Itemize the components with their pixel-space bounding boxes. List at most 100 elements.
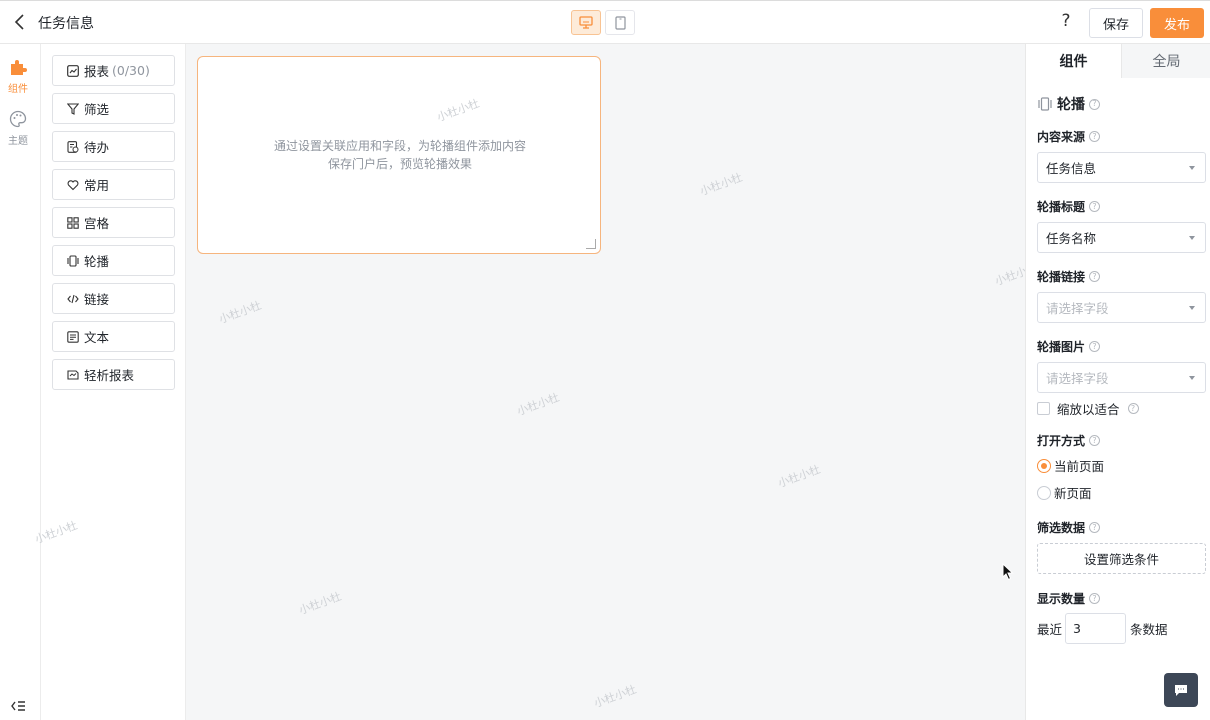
checkbox-label: 缩放以适合 bbox=[1057, 402, 1120, 417]
back-arrow-icon[interactable] bbox=[12, 13, 28, 31]
component-report[interactable]: 报表 (0/30) bbox=[52, 55, 175, 86]
todo-icon bbox=[67, 140, 79, 153]
content-source-select[interactable]: 任务信息 bbox=[1037, 152, 1206, 183]
carousel-empty-hint: 通过设置关联应用和字段，为轮播组件添加内容 保存门户后，预览轮播效果 bbox=[198, 137, 602, 173]
display-count-input[interactable] bbox=[1065, 613, 1127, 644]
save-button[interactable]: 保存 bbox=[1089, 8, 1143, 38]
publish-button[interactable]: 发布 bbox=[1150, 8, 1204, 38]
watermark: 小杜小杜 bbox=[698, 170, 745, 199]
select-placeholder: 请选择字段 bbox=[1046, 301, 1109, 316]
tab-component[interactable]: 组件 bbox=[1026, 44, 1121, 78]
component-label: 报表 bbox=[84, 64, 110, 79]
carousel-link-label: 轮播链接? bbox=[1037, 268, 1101, 285]
set-filter-button[interactable]: 设置筛选条件 bbox=[1037, 543, 1206, 574]
label-text: 轮播图片 bbox=[1037, 340, 1086, 354]
mouse-cursor-icon bbox=[1002, 563, 1014, 581]
help-icon[interactable]: ? bbox=[1089, 131, 1101, 142]
watermark: 小杜小杜 bbox=[515, 390, 562, 419]
component-panel: 报表 (0/30) 筛选 待办 常用 宫格 轮播 链接 文本 轻析报表 bbox=[41, 44, 186, 720]
select-placeholder: 请选择字段 bbox=[1046, 371, 1109, 386]
carousel-title-select[interactable]: 任务名称 bbox=[1037, 222, 1206, 253]
open-mode-label: 打开方式? bbox=[1037, 432, 1101, 449]
scale-to-fit-option[interactable]: 缩放以适合 ? bbox=[1037, 399, 1139, 418]
palette-icon bbox=[9, 110, 27, 128]
text-icon bbox=[67, 330, 79, 343]
watermark: 小杜小杜 bbox=[592, 682, 639, 711]
chat-icon bbox=[1175, 684, 1187, 696]
desktop-icon bbox=[579, 16, 593, 29]
watermark: 小杜小杜 bbox=[217, 298, 264, 327]
carousel-image-select[interactable]: 请选择字段 bbox=[1037, 362, 1206, 393]
property-panel: 组件 全局 轮播 ? 内容来源? 任务信息 轮播标题? 任务名称 轮播链接? 请… bbox=[1025, 44, 1210, 720]
component-link[interactable]: 链接 bbox=[52, 283, 175, 314]
rail-label: 组件 bbox=[8, 84, 28, 95]
help-icon[interactable]: ? bbox=[1127, 403, 1139, 414]
help-icon[interactable]: ? bbox=[1089, 341, 1101, 352]
mobile-view-button[interactable] bbox=[605, 10, 635, 35]
component-label: 筛选 bbox=[84, 102, 110, 117]
heart-icon bbox=[67, 179, 79, 190]
rail-item-components[interactable]: 组件 bbox=[0, 58, 36, 95]
component-favorites[interactable]: 常用 bbox=[52, 169, 175, 200]
code-link-icon bbox=[67, 294, 79, 303]
section-title: 轮播 ? bbox=[1038, 94, 1100, 114]
filter-icon bbox=[67, 102, 79, 115]
component-text[interactable]: 文本 bbox=[52, 321, 175, 352]
grid-icon bbox=[67, 216, 79, 229]
select-value: 任务信息 bbox=[1046, 161, 1097, 176]
report-icon bbox=[67, 64, 79, 77]
content-source-label: 内容来源? bbox=[1037, 128, 1101, 145]
component-label: 待办 bbox=[84, 140, 110, 155]
label-text: 显示数量 bbox=[1037, 592, 1086, 606]
tab-global[interactable]: 全局 bbox=[1121, 44, 1210, 78]
component-filter[interactable]: 筛选 bbox=[52, 93, 175, 124]
scale-to-fit-checkbox[interactable] bbox=[1037, 402, 1050, 415]
component-label: 宫格 bbox=[84, 216, 110, 231]
label-text: 内容来源 bbox=[1037, 130, 1086, 144]
component-todo[interactable]: 待办 bbox=[52, 131, 175, 162]
radio-button[interactable] bbox=[1037, 485, 1051, 500]
component-analysis-report[interactable]: 轻析报表 bbox=[52, 359, 175, 390]
top-bar: 任务信息 ? 保存 发布 bbox=[0, 0, 1210, 44]
component-label: 链接 bbox=[84, 292, 110, 307]
hint-line-2: 保存门户后，预览轮播效果 bbox=[327, 157, 472, 171]
design-canvas[interactable]: 通过设置关联应用和字段，为轮播组件添加内容 保存门户后，预览轮播效果 小杜小杜 … bbox=[186, 44, 1039, 720]
resize-handle[interactable] bbox=[586, 239, 596, 249]
page-title: 任务信息 bbox=[38, 16, 94, 32]
help-icon[interactable]: ? bbox=[1089, 271, 1101, 282]
help-icon[interactable]: ? bbox=[1089, 522, 1101, 533]
help-icon[interactable]: ? bbox=[1058, 11, 1074, 31]
device-switch bbox=[571, 10, 635, 35]
radio-button-checked[interactable] bbox=[1037, 458, 1051, 473]
help-icon[interactable]: ? bbox=[1089, 98, 1100, 110]
rail-item-theme[interactable]: 主题 bbox=[0, 110, 36, 147]
radio-label: 新页面 bbox=[1054, 486, 1092, 501]
help-icon[interactable]: ? bbox=[1089, 593, 1101, 604]
count-prefix: 最近 bbox=[1037, 622, 1063, 637]
rail-label: 主题 bbox=[8, 136, 28, 147]
radio-new-page[interactable]: 新页面 bbox=[1037, 483, 1092, 502]
radio-current-page[interactable]: 当前页面 bbox=[1037, 456, 1104, 475]
carousel-widget-card[interactable]: 通过设置关联应用和字段，为轮播组件添加内容 保存门户后，预览轮播效果 bbox=[197, 56, 601, 254]
desktop-view-button[interactable] bbox=[571, 10, 601, 35]
analysis-icon bbox=[67, 369, 79, 380]
component-carousel[interactable]: 轮播 bbox=[52, 245, 175, 276]
hint-line-1: 通过设置关联应用和字段，为轮播组件添加内容 bbox=[273, 139, 526, 153]
help-icon[interactable]: ? bbox=[1089, 201, 1101, 212]
property-tabs: 组件 全局 bbox=[1026, 44, 1210, 78]
label-text: 轮播链接 bbox=[1037, 270, 1086, 284]
component-label: 常用 bbox=[84, 178, 110, 193]
select-value: 任务名称 bbox=[1046, 231, 1097, 246]
carousel-icon bbox=[1038, 97, 1052, 111]
component-label: 文本 bbox=[84, 330, 110, 345]
label-text: 轮播标题 bbox=[1037, 200, 1086, 214]
component-grid[interactable]: 宫格 bbox=[52, 207, 175, 238]
collapse-sidebar-icon[interactable] bbox=[10, 699, 26, 713]
carousel-link-select[interactable]: 请选择字段 bbox=[1037, 292, 1206, 323]
chat-support-button[interactable] bbox=[1164, 673, 1198, 707]
watermark: 小杜小杜 bbox=[776, 462, 823, 491]
watermark: 小杜小杜 bbox=[297, 589, 344, 618]
puzzle-icon bbox=[11, 60, 27, 75]
caret-down-icon bbox=[1189, 166, 1195, 170]
help-icon[interactable]: ? bbox=[1089, 435, 1101, 446]
